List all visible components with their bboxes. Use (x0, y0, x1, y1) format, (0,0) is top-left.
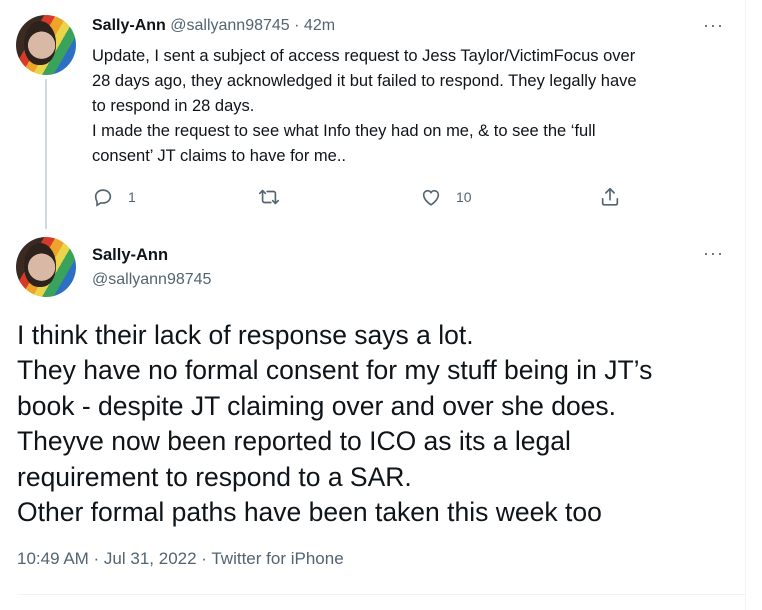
tweet-time[interactable]: 42m (304, 17, 335, 34)
tweet-text: Update, I sent a subject of access reque… (92, 44, 732, 169)
author-name[interactable]: Sally-Ann (92, 246, 168, 265)
avatar[interactable] (16, 237, 76, 297)
retweet-button[interactable] (258, 186, 294, 208)
tweet-text-line: 28 days ago, they acknowledged it but fa… (92, 72, 637, 90)
parent-tweet[interactable]: Sally-Ann @sallyann98745 · 42m ··· Updat… (0, 0, 745, 232)
share-button[interactable] (599, 186, 621, 208)
like-icon (422, 189, 440, 206)
tweet-text-line: Update, I sent a subject of access reque… (92, 47, 636, 65)
tweet-text-line: book - despite JT claiming over and over… (17, 390, 617, 421)
avatar[interactable] (16, 15, 76, 75)
tweet-text-line: Other formal paths have been taken this … (17, 497, 602, 528)
tweet-text-line: requirement to respond to a SAR. (17, 461, 412, 492)
tweet-header: Sally-Ann @sallyann98745 · 42m (92, 17, 335, 35)
reply-icon (94, 189, 112, 207)
more-options-icon[interactable]: ··· (703, 16, 724, 34)
tweet-text-line: consent’ JT claims to have for me.. (92, 147, 347, 165)
like-count: 10 (456, 189, 472, 205)
tweet-timestamp[interactable]: 10:49 AM · Jul 31, 2022 · Twitter for iP… (17, 549, 344, 569)
tweet-text-line: They have no formal consent for my stuff… (17, 355, 653, 386)
tweet-text-line: to respond in 28 days. (92, 97, 255, 115)
share-icon (601, 187, 619, 206)
separator-dot: · (294, 17, 300, 34)
divider (17, 594, 745, 595)
thread-connector-line (45, 79, 47, 229)
timeline-border (745, 0, 746, 610)
author-handle[interactable]: @sallyann98745 (170, 17, 289, 34)
tweet-text-line: Theyve now been reported to ICO as its a… (17, 426, 571, 457)
focused-tweet-text: I think their lack of response says a lo… (17, 318, 652, 530)
author-handle[interactable]: @sallyann98745 (92, 271, 211, 289)
more-options-icon[interactable]: ··· (703, 244, 724, 262)
tweet-text-line: I made the request to see what Info they… (92, 122, 596, 140)
reply-button[interactable]: 1 (92, 186, 136, 208)
retweet-icon (259, 189, 279, 205)
author-name[interactable]: Sally-Ann (92, 17, 166, 34)
like-button[interactable]: 10 (420, 186, 472, 208)
tweet-text-line: I think their lack of response says a lo… (17, 320, 474, 350)
reply-count: 1 (128, 189, 136, 205)
